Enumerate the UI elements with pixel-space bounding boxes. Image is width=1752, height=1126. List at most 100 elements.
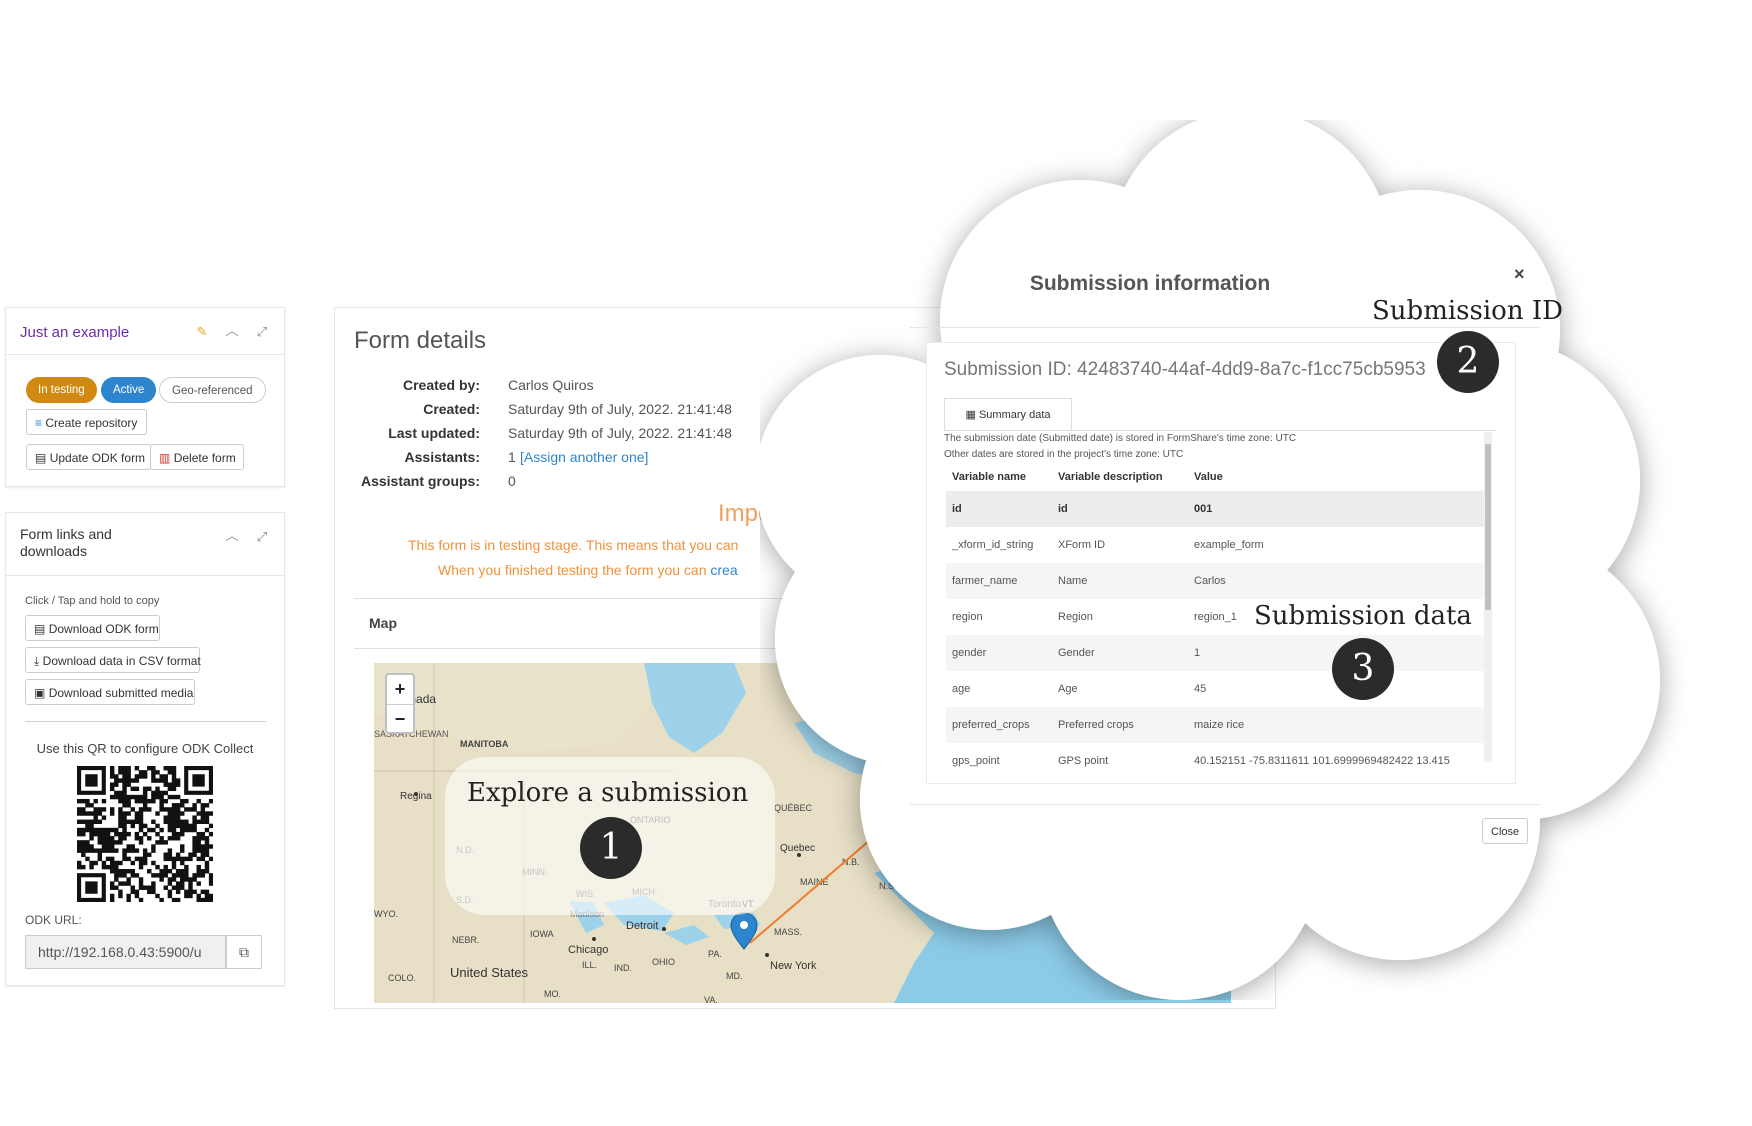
qr-module — [138, 881, 144, 886]
expand-icon[interactable]: ⤢ — [254, 324, 270, 340]
update-odk-form-button[interactable]: ▤ Update ODK form — [26, 444, 151, 470]
qr-module — [142, 807, 148, 812]
qr-module — [142, 885, 148, 890]
qr-module — [163, 869, 168, 874]
qr-module — [114, 873, 119, 878]
close-button[interactable]: Close — [1482, 818, 1529, 844]
qr-module — [118, 823, 123, 829]
qr-module — [142, 790, 148, 796]
status-badge-active: Active — [101, 377, 157, 403]
qr-module — [167, 881, 173, 886]
qr-module — [126, 844, 131, 849]
qr-module — [89, 811, 94, 816]
qr-module — [188, 893, 193, 899]
qr-module — [163, 885, 168, 890]
table-scrollbar[interactable] — [1484, 432, 1492, 762]
qr-module — [118, 873, 123, 878]
qr-module — [175, 803, 181, 808]
divider — [25, 721, 266, 722]
links-card-title: Form links and downloads — [20, 526, 112, 559]
qr-module — [118, 811, 123, 816]
qr-module — [126, 778, 131, 783]
qr-module — [175, 869, 181, 874]
qr-module — [105, 844, 111, 849]
qr-module — [151, 885, 156, 890]
qr-module — [204, 819, 210, 824]
callout-3-number: 3 — [1332, 638, 1394, 700]
qr-module — [97, 836, 103, 841]
qr-module — [180, 856, 185, 862]
map-label: OHIO — [652, 957, 675, 967]
odk-url-input[interactable] — [25, 935, 226, 969]
scrollbar-thumb[interactable] — [1485, 444, 1491, 610]
qr-module — [159, 794, 164, 800]
modal-footer-divider — [910, 804, 1540, 805]
qr-module — [142, 794, 148, 800]
qr-module — [151, 794, 156, 800]
create-link[interactable]: crea — [710, 562, 737, 578]
qr-module — [151, 860, 156, 866]
qr-module — [109, 897, 115, 902]
download-media-button[interactable]: ▣ Download submitted media — [25, 679, 195, 705]
qr-module — [85, 844, 90, 849]
qr-module — [188, 823, 193, 829]
qr-module — [138, 798, 144, 804]
assign-another-link[interactable]: [Assign another one] — [520, 449, 648, 465]
qr-module — [122, 852, 127, 857]
qr-module — [118, 815, 123, 820]
qr-module — [155, 786, 160, 792]
cell-description: XForm ID — [1058, 539, 1106, 551]
qr-module — [167, 869, 173, 874]
qr-module — [81, 848, 86, 853]
zoom-in-button[interactable]: + — [387, 675, 413, 705]
callout-1-text: Explore a submission — [467, 778, 749, 808]
qr-module — [155, 770, 160, 775]
page-title: Form details — [354, 327, 487, 354]
qr-module — [171, 803, 177, 808]
qr-module — [167, 782, 173, 787]
chevron-up-icon[interactable]: ︿ — [224, 323, 240, 339]
qr-module — [151, 770, 156, 775]
qr-module — [122, 790, 127, 796]
qr-module — [77, 827, 82, 833]
database-icon: ≡ — [35, 416, 43, 430]
qr-finder — [85, 881, 98, 894]
qr-module — [188, 885, 193, 890]
copy-url-button[interactable]: ⧉ — [226, 935, 262, 969]
qr-module — [101, 840, 107, 845]
qr-module — [155, 811, 160, 816]
qr-module — [192, 840, 197, 845]
cell-variable: preferred_crops — [952, 719, 1030, 731]
qr-module — [180, 811, 185, 816]
qr-module — [142, 786, 148, 792]
value-last-updated: Saturday 9th of July, 2022. 21:41:48 — [508, 425, 732, 441]
chevron-up-icon[interactable]: ︿ — [224, 528, 240, 544]
qr-module — [122, 778, 127, 783]
tab-summary-data[interactable]: ▦ Summary data — [944, 398, 1072, 431]
qr-module — [77, 811, 82, 816]
download-csv-button[interactable]: ⤓ Download data in CSV format — [25, 647, 201, 673]
download-odk-form-button[interactable]: ▤ Download ODK form — [25, 615, 160, 641]
modal-close-x-button[interactable]: × — [1514, 264, 1525, 285]
form-card: Just an example ✎ ︿ ⤢ In testing Active … — [5, 307, 285, 487]
qr-module — [118, 860, 123, 866]
qr-module — [155, 893, 160, 899]
form-title[interactable]: Just an example — [20, 324, 129, 341]
pencil-icon[interactable]: ✎ — [194, 324, 210, 340]
qr-module — [188, 877, 193, 882]
expand-icon[interactable]: ⤢ — [254, 529, 270, 545]
qr-module — [77, 819, 82, 824]
qr-module — [171, 864, 177, 870]
qr-module — [130, 844, 135, 849]
create-repository-button[interactable]: ≡ Create repository — [26, 409, 147, 435]
update-odk-label: Update ODK form — [49, 451, 146, 465]
qr-module — [192, 827, 197, 833]
qr-module — [142, 852, 148, 857]
zoom-out-button[interactable]: − — [387, 705, 413, 733]
delete-form-button[interactable]: ▥ Delete form — [150, 444, 244, 470]
download-icon: ⤓ — [34, 654, 40, 668]
qr-module — [118, 807, 123, 812]
qr-module — [97, 807, 103, 812]
qr-module — [163, 790, 168, 796]
qr-module — [134, 893, 140, 899]
